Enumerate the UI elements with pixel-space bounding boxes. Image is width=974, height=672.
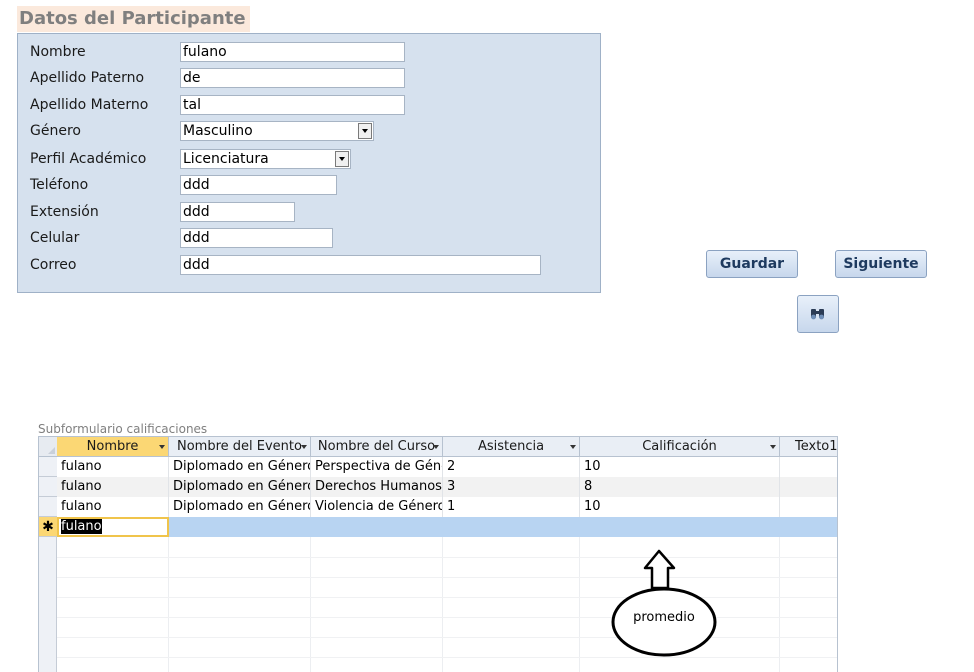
sort-arrow-icon[interactable] <box>433 445 439 449</box>
header-row: Nombre Nombre del Evento Nombre del Curs… <box>57 437 838 457</box>
apellido-paterno-input[interactable] <box>180 68 405 88</box>
new-record-nombre-cell[interactable]: fulano <box>57 517 169 537</box>
label-apellido-materno: Apellido Materno <box>30 97 149 113</box>
telefono-input[interactable] <box>180 175 337 195</box>
find-button[interactable] <box>797 295 839 333</box>
cell-calificacion[interactable]: 8 <box>580 477 780 497</box>
record-selector[interactable] <box>39 497 57 517</box>
perfil-academico-value: Licenciatura <box>183 151 269 167</box>
extension-input[interactable] <box>180 202 295 222</box>
label-apellido-paterno: Apellido Paterno <box>30 70 145 86</box>
cell-curso[interactable]: Derechos Humanos c <box>311 477 443 497</box>
column-header-asistencia[interactable]: Asistencia <box>443 437 580 457</box>
nombre-input[interactable] <box>180 42 405 62</box>
genero-value: Masculino <box>183 123 253 139</box>
promedio-label: promedio <box>633 610 695 625</box>
label-nombre: Nombre <box>30 44 86 60</box>
genero-select[interactable]: Masculino <box>180 121 374 141</box>
column-header-label: Nombre del Curso <box>317 439 436 454</box>
table-row[interactable]: fulano Diplomado en Género Derechos Huma… <box>57 477 837 497</box>
column-header-label: Calificación <box>642 439 717 454</box>
promedio-annotation: promedio <box>610 548 720 664</box>
grid-line <box>57 557 837 558</box>
sort-arrow-icon[interactable] <box>159 445 165 449</box>
form-title: Datos del Participante <box>17 6 250 32</box>
chevron-down-icon[interactable] <box>358 123 372 139</box>
grid-line <box>57 617 837 618</box>
column-header-texto[interactable]: Texto1( <box>780 437 838 457</box>
grid-line <box>57 597 837 598</box>
select-all-corner[interactable] <box>39 437 57 457</box>
grid-line <box>57 637 837 638</box>
table-row[interactable]: fulano Diplomado en Género Violencia de … <box>57 497 837 517</box>
new-record-icon: ✱ <box>42 519 54 535</box>
perfil-academico-select[interactable]: Licenciatura <box>180 149 351 169</box>
cell-asistencia[interactable]: 2 <box>443 457 580 477</box>
label-perfil-academico: Perfil Académico <box>30 151 147 167</box>
up-arrow-icon <box>611 549 717 657</box>
binoculars-icon <box>811 309 824 320</box>
column-header-evento[interactable]: Nombre del Evento <box>169 437 311 457</box>
cell-asistencia[interactable]: 1 <box>443 497 580 517</box>
label-extension: Extensión <box>30 204 99 220</box>
sort-arrow-icon[interactable] <box>770 445 776 449</box>
new-record-row[interactable]: fulano <box>57 517 837 537</box>
correo-input[interactable] <box>180 255 541 275</box>
grid-line <box>57 657 837 658</box>
subform-label: Subformulario calificaciones <box>38 422 208 436</box>
next-button[interactable]: Siguiente <box>835 250 927 278</box>
label-genero: Género <box>30 123 81 139</box>
cell-evento[interactable]: Diplomado en Género <box>169 497 311 517</box>
cell-nombre[interactable]: fulano <box>57 457 169 477</box>
cell-texto[interactable] <box>780 457 837 477</box>
cell-nombre[interactable]: fulano <box>57 497 169 517</box>
column-header-label: Asistencia <box>477 439 545 454</box>
cell-texto[interactable] <box>780 497 837 517</box>
cell-nombre[interactable]: fulano <box>57 477 169 497</box>
record-selector[interactable] <box>39 457 57 477</box>
apellido-materno-input[interactable] <box>180 95 405 115</box>
cell-calificacion[interactable]: 10 <box>580 457 780 477</box>
label-correo: Correo <box>30 257 77 273</box>
cell-curso[interactable]: Violencia de Género <box>311 497 443 517</box>
cell-calificacion[interactable]: 10 <box>580 497 780 517</box>
column-header-label: Nombre del Evento <box>177 439 302 454</box>
column-header-calificacion[interactable]: Calificación <box>580 437 780 457</box>
cell-asistencia[interactable]: 3 <box>443 477 580 497</box>
label-telefono: Teléfono <box>30 177 89 193</box>
cell-evento[interactable]: Diplomado en Género <box>169 477 311 497</box>
chevron-down-icon[interactable] <box>335 151 349 167</box>
column-header-label: Texto1( <box>795 439 838 454</box>
grid-line <box>57 577 837 578</box>
sort-arrow-icon[interactable] <box>301 445 307 449</box>
column-header-label: Nombre <box>86 439 139 454</box>
cell-curso[interactable]: Perspectiva de Géne <box>311 457 443 477</box>
cell-texto[interactable] <box>780 477 837 497</box>
cell-evento[interactable]: Diplomado en Género <box>169 457 311 477</box>
sort-arrow-icon[interactable] <box>570 445 576 449</box>
record-selector[interactable] <box>39 477 57 497</box>
new-record-selector[interactable]: ✱ <box>39 517 57 537</box>
table-row[interactable]: fulano Diplomado en Género Perspectiva d… <box>57 457 837 477</box>
celular-input[interactable] <box>180 228 333 248</box>
column-header-curso[interactable]: Nombre del Curso <box>311 437 443 457</box>
label-celular: Celular <box>30 230 80 246</box>
column-header-nombre[interactable]: Nombre <box>57 437 169 457</box>
new-record-value: fulano <box>61 519 102 534</box>
save-button[interactable]: Guardar <box>706 250 798 278</box>
